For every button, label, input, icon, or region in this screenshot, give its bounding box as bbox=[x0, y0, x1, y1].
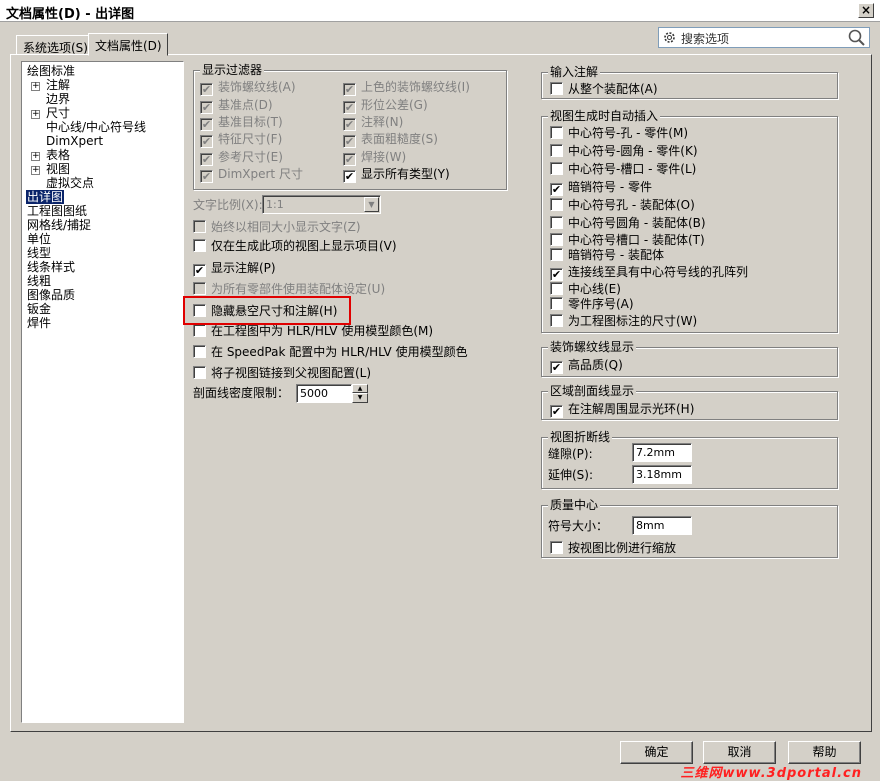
cancel-button[interactable]: 取消 bbox=[703, 741, 776, 764]
show-in-created-view-checkbox[interactable]: 仅在生成此项的视图上显示项目(V) bbox=[193, 239, 397, 253]
tree-item[interactable]: 钣金 bbox=[27, 302, 51, 316]
expand-icon[interactable]: + bbox=[31, 110, 40, 119]
tab-system-options[interactable]: 系统选项(S) bbox=[16, 35, 94, 55]
tree-item[interactable]: 线型 bbox=[27, 246, 51, 260]
tree-item[interactable]: 工程图图纸 bbox=[27, 204, 87, 218]
tree-item[interactable]: 视图 bbox=[46, 162, 70, 176]
auto-insert-checkbox[interactable]: 中心符号-孔 - 零件(M) bbox=[550, 126, 688, 140]
expand-icon[interactable]: + bbox=[31, 82, 40, 91]
text-scale-label: 文字比例(X): bbox=[193, 198, 263, 212]
filter-checkbox[interactable]: ✔ DimXpert 尺寸 bbox=[200, 167, 303, 183]
search-placeholder: 搜索选项 bbox=[681, 32, 730, 46]
tree-item[interactable]: 尺寸 bbox=[46, 106, 70, 120]
tree-item[interactable]: 图像品质 bbox=[27, 288, 75, 302]
filter-checkbox[interactable]: ✔ 装饰螺纹线(A) bbox=[200, 80, 296, 96]
auto-insert-checkbox[interactable]: ✔ 暗销符号 - 零件 bbox=[550, 180, 652, 196]
filter-checkbox[interactable]: ✔ 注释(N) bbox=[343, 115, 403, 131]
help-button[interactable]: 帮助 bbox=[788, 741, 861, 764]
from-assembly-checkbox[interactable]: 从整个装配体(A) bbox=[550, 82, 658, 96]
symbol-size-label: 符号大小： bbox=[548, 519, 609, 533]
group-title: 输入注解 bbox=[548, 65, 601, 79]
tree-item-selected[interactable]: 出详图 bbox=[26, 190, 65, 204]
watermark: 三维网www.3dportal.cn bbox=[680, 766, 862, 781]
spin-down-icon[interactable]: ▼ bbox=[352, 393, 368, 403]
auto-insert-checkbox[interactable]: 中心符号-圆角 - 零件(K) bbox=[550, 144, 698, 158]
scale-by-view-checkbox[interactable]: 按视图比例进行缩放 bbox=[550, 541, 676, 555]
group-title: 显示过滤器 bbox=[200, 63, 265, 77]
same-size-text-checkbox[interactable]: 始终以相同大小显示文字(Z) bbox=[193, 220, 361, 234]
link-child-view-checkbox[interactable]: 将子视图链接到父视图配置(L) bbox=[193, 366, 371, 380]
filter-checkbox[interactable]: ✔ 焊接(W) bbox=[343, 150, 406, 166]
tree-item[interactable]: 网格线/捕捉 bbox=[27, 218, 91, 232]
gear-icon bbox=[664, 32, 675, 43]
tree-item[interactable]: 焊件 bbox=[27, 316, 51, 330]
group-title: 视图折断线 bbox=[548, 430, 613, 444]
gap-label: 缝隙(P): bbox=[548, 447, 593, 461]
filter-checkbox[interactable]: ✔ 基准目标(T) bbox=[200, 115, 283, 131]
search-icon[interactable] bbox=[848, 29, 866, 47]
group-title: 区域剖面线显示 bbox=[548, 384, 637, 398]
auto-insert-checkbox[interactable]: 零件序号(A) bbox=[550, 297, 634, 311]
spin-up-icon[interactable]: ▲ bbox=[352, 384, 368, 393]
auto-insert-checkbox[interactable]: 中心符号孔 - 装配体(O) bbox=[550, 198, 695, 212]
text-scale-select[interactable]: 1:1 ▼ bbox=[262, 195, 381, 214]
group-title: 视图生成时自动插入 bbox=[548, 109, 661, 123]
tree-item[interactable]: 边界 bbox=[46, 92, 70, 106]
filter-checkbox[interactable]: ✔ 参考尺寸(E) bbox=[200, 150, 283, 166]
tree-item[interactable]: DimXpert bbox=[46, 134, 103, 148]
tab-document-properties[interactable]: 文档属性(D) bbox=[88, 33, 168, 56]
auto-insert-checkbox[interactable]: 中心线(E) bbox=[550, 282, 621, 296]
group-title: 装饰螺纹线显示 bbox=[548, 340, 637, 354]
auto-insert-checkbox[interactable]: 为工程图标注的尺寸(W) bbox=[550, 314, 697, 328]
highlight-box bbox=[183, 296, 351, 325]
expand-icon[interactable]: + bbox=[31, 166, 40, 175]
chevron-down-icon[interactable]: ▼ bbox=[364, 197, 379, 212]
assembly-setting-checkbox[interactable]: 为所有零部件使用装配体设定(U) bbox=[193, 282, 385, 296]
options-tree[interactable]: 绘图标准 + 注解 边界 + 尺寸 中心线/中心符号线 DimXpert + 表… bbox=[21, 61, 184, 723]
gap-input[interactable]: 7.2mm bbox=[632, 443, 692, 462]
hatch-limit-spinner[interactable]: ▲ ▼ bbox=[352, 384, 368, 403]
tree-item[interactable]: 虚拟交点 bbox=[46, 176, 94, 190]
auto-insert-checkbox[interactable]: 暗销符号 - 装配体 bbox=[550, 248, 664, 262]
halo-checkbox[interactable]: ✔ 在注解周围显示光环(H) bbox=[550, 402, 694, 418]
close-button[interactable]: × bbox=[858, 3, 874, 18]
tree-item[interactable]: 单位 bbox=[27, 232, 51, 246]
show-annotations-checkbox[interactable]: ✔ 显示注解(P) bbox=[193, 261, 276, 277]
auto-insert-checkbox[interactable]: 中心符号圆角 - 装配体(B) bbox=[550, 216, 706, 230]
auto-insert-checkbox[interactable]: ✔ 连接线至具有中心符号线的孔阵列 bbox=[550, 265, 748, 281]
speedpak-color-checkbox[interactable]: 在 SpeedPak 配置中为 HLR/HLV 使用模型颜色 bbox=[193, 345, 468, 359]
tree-item[interactable]: 线粗 bbox=[27, 274, 51, 288]
filter-checkbox[interactable]: ✔ 基准点(D) bbox=[200, 98, 273, 114]
auto-insert-checkbox[interactable]: 中心符号槽口 - 装配体(T) bbox=[550, 233, 705, 247]
auto-insert-checkbox[interactable]: 中心符号-槽口 - 零件(L) bbox=[550, 162, 696, 176]
tree-item[interactable]: 中心线/中心符号线 bbox=[46, 120, 146, 134]
filter-checkbox[interactable]: ✔ 形位公差(G) bbox=[343, 98, 428, 114]
tree-item[interactable]: 绘图标准 bbox=[27, 64, 75, 78]
filter-checkbox[interactable]: ✔ 特征尺寸(F) bbox=[200, 132, 282, 148]
expand-icon[interactable]: + bbox=[31, 152, 40, 161]
tree-item[interactable]: 表格 bbox=[46, 148, 70, 162]
extension-label: 延伸(S): bbox=[548, 468, 594, 482]
group-title: 质量中心 bbox=[548, 498, 601, 512]
tree-item[interactable]: 注解 bbox=[46, 78, 70, 92]
high-quality-checkbox[interactable]: ✔ 高品质(Q) bbox=[550, 358, 623, 374]
symbol-size-input[interactable]: 8mm bbox=[632, 516, 692, 535]
hatch-limit-input[interactable]: 5000 bbox=[296, 384, 352, 403]
tree-item[interactable]: 线条样式 bbox=[27, 260, 75, 274]
filter-checkbox[interactable]: ✔ 上色的装饰螺纹线(I) bbox=[343, 80, 470, 96]
show-all-types-checkbox[interactable]: ✔ 显示所有类型(Y) bbox=[343, 167, 450, 183]
filter-checkbox[interactable]: ✔ 表面粗糙度(S) bbox=[343, 132, 438, 148]
hlr-model-color-checkbox[interactable]: 在工程图中为 HLR/HLV 使用模型颜色(M) bbox=[193, 324, 433, 338]
hatch-limit-label: 剖面线密度限制： bbox=[193, 386, 290, 400]
search-input[interactable]: 搜索选项 bbox=[658, 27, 870, 48]
title-bar: 文档属性(D) - 出详图 × bbox=[0, 0, 880, 22]
window-title: 文档属性(D) - 出详图 bbox=[6, 7, 135, 22]
ok-button[interactable]: 确定 bbox=[620, 741, 693, 764]
extension-input[interactable]: 3.18mm bbox=[632, 465, 692, 484]
